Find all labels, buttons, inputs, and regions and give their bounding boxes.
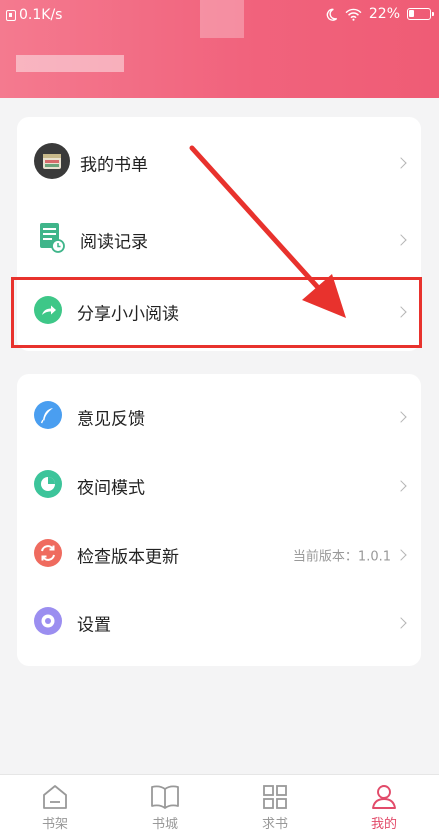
network-speed: 0.1K/s [19, 7, 63, 23]
chevron-right-icon [395, 234, 407, 246]
menu-item-feedback[interactable]: 意见反馈 [17, 387, 421, 447]
book-icon [151, 785, 179, 809]
menu-item-settings[interactable]: 设置 [17, 593, 421, 653]
wifi-icon [345, 8, 362, 21]
moon-icon [326, 8, 337, 21]
menu-item-reading-history[interactable]: 阅读记录 [17, 210, 421, 270]
chevron-right-icon [395, 411, 407, 423]
feather-icon [34, 401, 62, 433]
menu-item-label: 设置 [77, 615, 111, 636]
wallet-icon [34, 143, 70, 183]
menu-card-secondary: 意见反馈 夜间模式 检查版本更新 当前版本：1.0.1 设置 [17, 374, 421, 666]
status-bar: 0.1K/s 22% [0, 0, 439, 30]
chevron-right-icon [395, 549, 407, 561]
redacted-username [16, 55, 124, 72]
current-version-text: 当前版本：1.0.1 [292, 549, 391, 565]
battery-icon [407, 8, 434, 20]
home-icon [43, 785, 67, 809]
menu-item-label: 阅读记录 [80, 232, 148, 253]
bottom-tab-bar: 书架 书城 求书 我的 [0, 774, 439, 835]
tab-mine[interactable]: 我的 [329, 775, 439, 835]
document-clock-icon [34, 220, 70, 260]
menu-item-night-mode[interactable]: 夜间模式 [17, 456, 421, 516]
menu-item-label: 检查版本更新 [77, 547, 179, 568]
tab-label: 我的 [370, 817, 397, 832]
menu-item-check-update[interactable]: 检查版本更新 当前版本：1.0.1 [17, 525, 421, 585]
grid-icon [263, 785, 287, 809]
menu-item-label: 我的书单 [80, 155, 148, 176]
pie-chart-icon [34, 470, 62, 502]
menu-item-my-booklist[interactable]: 我的书单 [17, 133, 421, 193]
tab-label: 书城 [151, 817, 178, 832]
tab-bookstore[interactable]: 书城 [110, 775, 220, 835]
settings-icon [34, 607, 62, 639]
tab-label: 书架 [41, 817, 68, 832]
annotation-highlight-box [11, 277, 422, 348]
menu-item-label: 夜间模式 [77, 478, 145, 499]
notification-icon [6, 9, 16, 21]
chevron-right-icon [395, 157, 407, 169]
person-icon [372, 785, 396, 809]
chevron-right-icon [395, 480, 407, 492]
menu-item-label: 意见反馈 [77, 409, 145, 430]
tab-bookshelf[interactable]: 书架 [0, 775, 110, 835]
chevron-right-icon [395, 617, 407, 629]
battery-percent: 22% [368, 6, 400, 22]
tab-request-book[interactable]: 求书 [220, 775, 330, 835]
tab-label: 求书 [261, 817, 288, 832]
profile-header: 0.1K/s 22% [0, 0, 439, 98]
refresh-icon [34, 539, 62, 571]
